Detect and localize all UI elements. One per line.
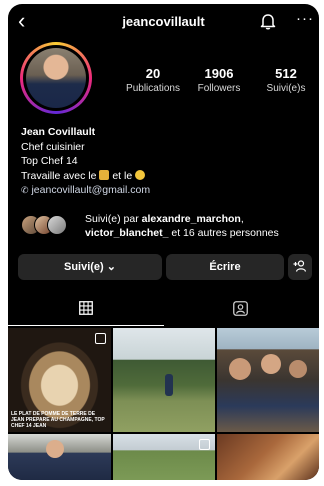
grid-icon [79,301,93,315]
profile-screen: ‹ jeancovillault ··· 20 Publications 190… [8,4,319,480]
followed-by-text: Suivi(e) par alexandre_marchon, victor_b… [85,212,317,240]
stat-publications-label: Publications [126,83,180,94]
stat-following-label: Suivi(e)s [266,83,306,94]
tagged-icon [232,301,248,316]
bio-works-text-b: et le [109,169,136,182]
active-tab-indicator [8,325,164,326]
top-bar: ‹ jeancovillault ··· [8,4,319,40]
stat-following[interactable]: 512 Suivi(e)s [251,66,319,94]
smiley-emoji-icon [135,169,146,180]
avatar [26,48,86,108]
chevron-down-icon: ⌄ [106,261,116,273]
followed-by[interactable]: Suivi(e) par alexandre_marchon, victor_b… [21,212,311,240]
post-thumbnail[interactable] [8,434,111,480]
post-thumbnail[interactable] [217,328,319,432]
profile-name: Jean Covillault [21,126,96,138]
stat-followers[interactable]: 1906 Followers [184,66,254,94]
follower-avatar [47,215,67,235]
message-button[interactable]: Écrire [166,254,284,280]
phone-icon: ✆ [21,185,29,195]
following-button[interactable]: Suivi(e) ⌄ [18,254,162,280]
follower-username-2[interactable]: victor_blanchet_ [85,227,168,239]
bio-works-text-a: Travaille avec le [21,169,100,182]
post-thumbnail[interactable] [113,328,215,432]
bio-line-job: Chef cuisinier [21,140,85,153]
profile-bio: Jean Covillault Chef cuisinier Top Chef … [21,125,150,198]
avatar-story-ring[interactable] [20,42,92,114]
post-thumbnail[interactable] [217,434,319,480]
stat-followers-value: 1906 [204,66,234,81]
post-thumbnail[interactable] [113,434,215,480]
followed-by-separator: , [240,213,244,225]
tab-grid[interactable] [8,292,164,326]
stat-publications-value: 20 [145,66,161,81]
follower-username-1[interactable]: alexandre_marchon [142,213,241,225]
stat-followers-label: Followers [197,83,241,94]
stat-publications[interactable]: 20 Publications [118,66,188,94]
add-person-icon[interactable] [288,254,312,280]
followed-by-prefix: Suivi(e) par [85,213,142,225]
following-button-label: Suivi(e) [63,261,104,273]
contact-email[interactable]: ✆ jeancovillault@gmail.com [21,183,150,198]
stat-following-value: 512 [275,66,297,81]
contact-email-text: jeancovillault@gmail.com [31,184,151,196]
bio-line-works: Travaille avec le et le [21,169,150,184]
more-horizontal-icon[interactable]: ··· [296,10,314,27]
post-caption: LE PLAT DE POMME DE TERRE DE JEAN PREPAR… [11,411,105,429]
profile-tabs [8,292,319,326]
bell-icon[interactable] [260,12,276,35]
multi-photo-icon [199,439,210,450]
post-thumbnail[interactable]: LE PLAT DE POMME DE TERRE DE JEAN PREPAR… [8,328,111,432]
tab-tagged[interactable] [164,292,320,326]
followed-by-suffix: et 16 autres personnes [168,227,279,239]
chef-emoji-icon [99,169,110,180]
bio-line-show: Top Chef 14 [21,155,78,167]
multi-photo-icon [95,333,106,344]
